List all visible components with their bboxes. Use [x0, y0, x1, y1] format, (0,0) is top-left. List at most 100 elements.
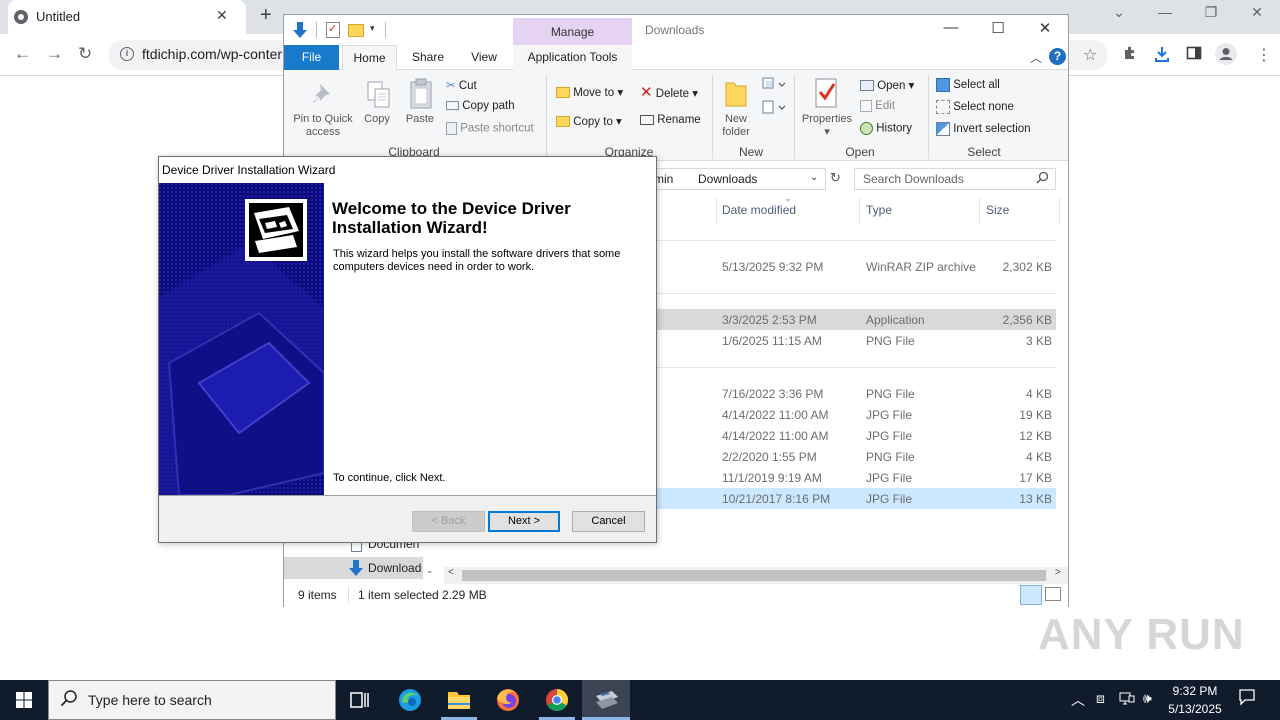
wizard-title: Device Driver Installation Wizard: [162, 163, 336, 177]
new-folder-qat-icon[interactable]: [348, 24, 364, 37]
new-item-icon[interactable]: [762, 77, 786, 94]
explorer-maximize-button[interactable]: ☐: [975, 19, 1021, 37]
edit-label: Edit: [875, 100, 896, 113]
network-icon[interactable]: [1119, 690, 1135, 709]
explorer-minimize-button[interactable]: —: [928, 19, 974, 36]
tab-share[interactable]: Share: [404, 45, 452, 70]
network-adapter-icon[interactable]: ⧈: [1096, 690, 1105, 707]
start-button[interactable]: [0, 680, 48, 720]
tab-view[interactable]: View: [460, 45, 508, 70]
file-row-selected[interactable]: 10/21/2017 8:16 PM JPG File 13 KB: [656, 488, 1056, 509]
qat-customize-dropdown[interactable]: ▾: [370, 23, 375, 34]
browser-close-button[interactable]: ✕: [1234, 4, 1280, 21]
properties-qat-icon[interactable]: [326, 22, 340, 38]
scrollbar-thumb[interactable]: [462, 570, 1046, 581]
new-tab-button[interactable]: +: [260, 4, 272, 27]
details-view-icon[interactable]: [1020, 585, 1042, 605]
extensions-icon[interactable]: [1122, 45, 1138, 66]
file-row[interactable]: 4/14/2022 11:00 AM JPG File 12 KB: [656, 425, 1056, 446]
delete-button[interactable]: ✕ Delete ▾: [640, 83, 698, 101]
ribbon-separator: [928, 75, 929, 159]
help-icon[interactable]: ?: [1049, 48, 1066, 65]
back-button[interactable]: ←: [14, 44, 31, 64]
file-row[interactable]: 11/1/2019 9:19 AM JPG File 17 KB: [656, 467, 1056, 488]
file-row[interactable]: 4/14/2022 11:00 AM JPG File 19 KB: [656, 404, 1056, 425]
select-none-button[interactable]: Select none: [936, 100, 1014, 114]
back-button-disabled[interactable]: < Back: [412, 511, 485, 532]
ribbon-collapse-chevron-icon[interactable]: ︿: [1030, 49, 1042, 66]
bookmark-star-icon[interactable]: ☆: [1083, 45, 1097, 65]
copy-path-button[interactable]: Copy path: [446, 100, 515, 112]
large-icons-view-icon[interactable]: [1045, 587, 1061, 601]
side-panel-icon[interactable]: [1186, 45, 1202, 66]
pin-to-quick-access-button[interactable]: Pin to Quick access: [290, 113, 356, 139]
url-text[interactable]: ftdichip.com/wp-conter: [142, 46, 282, 62]
tab-file[interactable]: File: [284, 45, 339, 70]
copy-path-icon: [446, 101, 459, 111]
download-icon[interactable]: [1153, 45, 1171, 68]
search-icon[interactable]: [1036, 171, 1049, 187]
taskbar-driver-installer[interactable]: [582, 680, 630, 720]
taskbar-firefox[interactable]: [484, 680, 532, 720]
move-to-button[interactable]: Move to ▾: [556, 85, 623, 99]
scroll-right-icon[interactable]: >: [1055, 567, 1061, 578]
qat-separator: [316, 22, 317, 38]
profile-avatar[interactable]: [1215, 43, 1237, 70]
select-all-button[interactable]: Select all: [936, 78, 1000, 92]
copy-button[interactable]: Copy: [360, 113, 394, 126]
easy-access-icon[interactable]: [762, 100, 786, 117]
invert-selection-button[interactable]: Invert selection: [936, 122, 1031, 136]
explorer-close-button[interactable]: ✕: [1022, 19, 1068, 37]
taskbar-file-explorer[interactable]: [435, 680, 483, 720]
history-button[interactable]: History: [860, 122, 912, 135]
tab-search-button[interactable]: ⌄: [1096, 4, 1142, 21]
quick-access-down-arrow-icon[interactable]: [292, 21, 308, 39]
file-size: 2,302 KB: [1002, 260, 1052, 274]
column-date-modified[interactable]: Date modified: [722, 203, 796, 217]
file-row[interactable]: 1/6/2025 11:15 AM PNG File 3 KB: [656, 330, 1056, 351]
copy-to-label: Copy to: [573, 116, 613, 128]
cut-button[interactable]: ✂ Cut: [446, 78, 477, 92]
breadcrumb-downloads[interactable]: Downloads: [698, 172, 757, 186]
site-info-icon[interactable]: i: [120, 47, 134, 61]
reload-button[interactable]: ↻: [78, 44, 92, 64]
file-row[interactable]: 3/3/2025 2:53 PM Application 2,356 KB: [656, 309, 1056, 330]
taskbar-edge[interactable]: [386, 680, 434, 720]
column-type[interactable]: Type: [866, 203, 892, 217]
notifications-icon[interactable]: [1238, 688, 1256, 709]
edit-button[interactable]: Edit: [860, 100, 895, 112]
tab-application-tools[interactable]: Application Tools: [513, 45, 632, 70]
nav-scroll-down-icon[interactable]: ⌄: [426, 565, 434, 576]
forward-button[interactable]: →: [46, 44, 63, 64]
paste-shortcut-button[interactable]: Paste shortcut: [446, 122, 534, 135]
column-size[interactable]: Size: [986, 203, 1009, 217]
show-hidden-icons-chevron[interactable]: ︿: [1071, 690, 1085, 710]
cancel-button[interactable]: Cancel: [572, 511, 645, 532]
open-button[interactable]: Open ▾: [860, 78, 914, 92]
file-row[interactable]: 7/16/2022 3:36 PM PNG File 4 KB: [656, 383, 1056, 404]
clock-date[interactable]: 5/13/2025: [1166, 702, 1224, 716]
tab-home[interactable]: Home: [342, 45, 397, 70]
new-folder-button[interactable]: New folder: [714, 113, 758, 139]
rename-button[interactable]: Rename: [640, 114, 701, 126]
close-tab-icon[interactable]: ✕: [216, 7, 228, 24]
next-button[interactable]: Next >: [488, 511, 560, 532]
nav-item-downloads[interactable]: Download: [368, 561, 421, 575]
address-history-chevron-icon[interactable]: ⌄: [810, 172, 818, 183]
copy-to-button[interactable]: Copy to ▾: [556, 114, 622, 128]
file-row[interactable]: 5/13/2025 9:32 PM WinRAR ZIP archive 2,3…: [656, 256, 1056, 277]
task-view-button[interactable]: [336, 680, 384, 720]
taskbar-chrome[interactable]: [533, 680, 581, 720]
scroll-left-icon[interactable]: <: [448, 567, 454, 578]
properties-button[interactable]: Properties ▾: [798, 113, 856, 139]
volume-icon[interactable]: 🕪: [1143, 690, 1152, 707]
clock-time[interactable]: 9:32 PM: [1172, 684, 1218, 698]
file-row[interactable]: 2/2/2020 1:55 PM PNG File 4 KB: [656, 446, 1056, 467]
refresh-icon[interactable]: ↻: [830, 170, 841, 186]
browser-minimize-button[interactable]: —: [1142, 4, 1188, 20]
properties-label: Properties: [801, 113, 853, 125]
browser-restore-button[interactable]: ❐: [1188, 4, 1234, 21]
paste-button[interactable]: Paste: [402, 113, 438, 126]
file-size: 19 KB: [1019, 408, 1052, 422]
browser-menu-icon[interactable]: ⋮: [1256, 45, 1272, 65]
